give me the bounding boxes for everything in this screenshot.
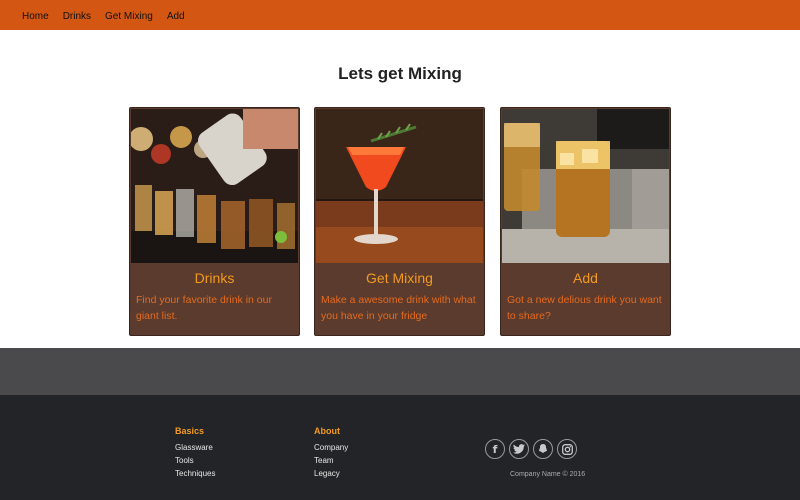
nav-link-drinks[interactable]: Drinks	[63, 11, 91, 22]
footer-link-item: Tools	[175, 455, 215, 468]
shot-glasses-photo	[131, 109, 298, 263]
card-add-title: Add	[573, 270, 598, 286]
page-title: Lets get Mixing	[338, 64, 462, 83]
card-get-mixing[interactable]: Get Mixing Make a awesome drink with wha…	[314, 107, 485, 336]
card-get-mixing-text: Make a awesome drink with what you have …	[321, 294, 476, 322]
footer-basics-links: Glassware Tools Techniques	[175, 442, 215, 480]
nav-item-add: Add	[167, 6, 185, 24]
nav-item-drinks: Drinks	[63, 6, 91, 24]
nav-link-get-mixing[interactable]: Get Mixing	[105, 11, 153, 22]
footer-link-techniques[interactable]: Techniques	[175, 469, 215, 478]
card-drinks[interactable]: Drinks Find your favorite drink in our g…	[129, 107, 300, 336]
footer-link-company[interactable]: Company	[314, 443, 348, 452]
footer-link-team[interactable]: Team	[314, 456, 334, 465]
nav-item-home: Home	[22, 6, 49, 24]
footer-link-legacy[interactable]: Legacy	[314, 469, 340, 478]
footer	[0, 395, 800, 500]
card-drinks-title: Drinks	[194, 270, 235, 286]
nav-item-get-mixing: Get Mixing	[105, 6, 153, 24]
whiskey-glasses-photo	[502, 109, 669, 263]
copyright-text: Company Name © 2016	[510, 471, 586, 478]
facebook-glyph: f	[493, 443, 498, 455]
top-navbar: Home Drinks Get Mixing Add	[0, 0, 800, 30]
footer-link-item: Legacy	[314, 468, 348, 481]
footer-basics-column: Basics Glassware Tools Techniques	[175, 426, 215, 480]
nav-link-home[interactable]: Home	[22, 11, 49, 22]
card-get-mixing-title: Get Mixing	[366, 270, 433, 286]
card-add-text: Got a new delious drink you want to shar…	[507, 294, 662, 322]
footer-about-links: Company Team Legacy	[314, 442, 348, 480]
nav-link-add[interactable]: Add	[167, 11, 185, 22]
footer-basics-heading: Basics	[175, 426, 205, 436]
instagram-icon[interactable]	[557, 439, 577, 459]
footer-link-item: Glassware	[175, 442, 215, 455]
footer-link-item: Techniques	[175, 468, 215, 481]
cocktail-photo	[316, 109, 483, 263]
card-drinks-text: Find your favorite drink in our giant li…	[136, 294, 272, 322]
footer-link-item: Company	[314, 442, 348, 455]
footer-link-tools[interactable]: Tools	[175, 456, 194, 465]
facebook-icon[interactable]: f	[485, 439, 505, 459]
snapchat-icon[interactable]	[533, 439, 553, 459]
footer-band	[0, 348, 800, 395]
twitter-icon[interactable]	[509, 439, 529, 459]
footer-about-column: About Company Team Legacy	[314, 426, 348, 480]
footer-link-glassware[interactable]: Glassware	[175, 443, 213, 452]
card-add[interactable]: Add Got a new delious drink you want to …	[500, 107, 671, 336]
nav-list: Home Drinks Get Mixing Add	[0, 0, 800, 30]
social-links: f	[485, 439, 581, 459]
footer-link-item: Team	[314, 455, 348, 468]
footer-about-heading: About	[314, 426, 340, 436]
